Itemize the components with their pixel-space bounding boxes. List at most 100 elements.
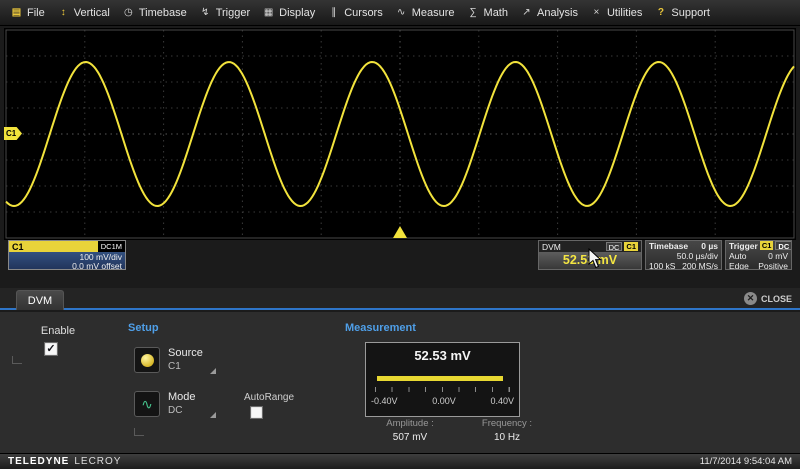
teledyne-lecroy-logo: TELEDYNE LECROY [8, 456, 121, 467]
autorange-checkbox[interactable] [250, 406, 263, 419]
display-grid-icon: ▦ [262, 7, 275, 18]
mouse-cursor [588, 248, 603, 269]
menu-label: Vertical [74, 7, 110, 19]
mode-selector[interactable]: ∿ Mode DC [132, 388, 224, 424]
c1-probe-icon [141, 354, 154, 367]
cursors-icon: ∥ [327, 7, 340, 18]
c1-descriptor-header: C1 DC1M [9, 241, 125, 252]
menu-item-file[interactable]: ▤ File [4, 0, 51, 26]
timebase-delay: 0 µs [701, 241, 718, 251]
menu-item-display[interactable]: ▦ Display [256, 0, 321, 26]
file-icon: ▤ [10, 7, 23, 18]
menu-item-trigger[interactable]: ↯Trigger [193, 0, 256, 26]
waveform-display: C1 [4, 28, 796, 240]
c1-label: C1 [12, 242, 24, 252]
setup-section-title: Setup [128, 322, 159, 334]
tab-dvm[interactable]: DVM [16, 290, 64, 310]
trigger-position-marker[interactable] [393, 226, 407, 238]
menu-item-math[interactable]: ∑ Math [461, 0, 514, 26]
timebase-rate: 200 MS/s [682, 261, 718, 270]
frequency-label: Frequency : [462, 418, 552, 429]
c1-descriptor-body: 100 mV/div 0.0 mV offset [9, 252, 125, 269]
brand-teledyne: TELEDYNE [8, 456, 69, 467]
menu-bar: ▤ File ↕ Vertical ◷ Timebase ↯Trigger ▦ Disp… [0, 0, 800, 26]
scale-mid: 0.00V [432, 396, 456, 406]
close-label: CLOSE [761, 294, 792, 304]
trigger-level: 0 mV [768, 251, 788, 261]
dvm-bargraph [377, 376, 503, 381]
dvm-readout-panel: 52.53 mV -0.40V 0.00V 0.40V [365, 342, 520, 417]
analysis-chart-icon: ↗ [520, 7, 533, 18]
measure-icon: ∿ [395, 7, 408, 18]
trigger-type: Edge [729, 261, 749, 270]
menu-item-measure[interactable]: ∿ Measure [389, 0, 461, 26]
menu-label: Math [484, 7, 508, 19]
corner-mark [12, 356, 22, 364]
timebase-label: Timebase [649, 241, 688, 251]
menu-item-cursors[interactable]: ∥ Cursors [321, 0, 389, 26]
menu-label: Support [671, 7, 710, 19]
enable-checkbox[interactable]: ✓ [44, 342, 58, 356]
clock-icon: ◷ [122, 7, 135, 18]
dvm-dialog: Enable ✓ Setup Source C1 ∿ Mode DC AutoR… [0, 312, 800, 453]
dialog-tab-bar: DVM ✕ CLOSE [0, 288, 800, 310]
close-button[interactable]: ✕ CLOSE [744, 292, 792, 305]
sigma-icon: ∑ [467, 7, 480, 18]
source-selector[interactable]: Source C1 [132, 344, 224, 380]
enable-label: Enable [28, 325, 88, 337]
trigger-descriptor[interactable]: Trigger C1 DC Auto 0 mV Edge Positive [725, 240, 792, 270]
mode-label: Mode [168, 391, 196, 403]
timebase-tdiv: 50.0 µs/div [677, 251, 718, 261]
help-icon: ? [654, 7, 667, 18]
source-channel-icon [134, 347, 160, 373]
timebase-descriptor[interactable]: Timebase 0 µs 50.0 µs/div 100 kS 200 MS/… [645, 240, 722, 270]
trigger-source-badge: C1 [760, 241, 774, 250]
frequency-value: 10 Hz [462, 432, 552, 443]
utilities-icon: × [590, 7, 603, 18]
menu-label: Timebase [139, 7, 187, 19]
menu-label: Analysis [537, 7, 578, 19]
scale-min: -0.40V [371, 396, 398, 406]
status-bar: TELEDYNE LECROY 11/7/2014 9:54:04 AM [0, 453, 800, 469]
dvm-mode-badge: DC [606, 242, 623, 251]
amplitude-readout: Amplitude : 507 mV [362, 418, 458, 443]
menu-item-support[interactable]: ? Support [648, 0, 716, 26]
frequency-readout: Frequency : 10 Hz [462, 418, 552, 443]
autorange-label: AutoRange [244, 392, 294, 403]
scope-grid [4, 28, 796, 240]
c1-coupling-badge: DC1M [98, 241, 125, 252]
menu-label: File [27, 7, 45, 19]
amplitude-label: Amplitude : [362, 418, 458, 429]
menu-label: Cursors [344, 7, 383, 19]
vertical-icon: ↕ [57, 7, 70, 18]
descriptor-row: C1 DC1M 100 mV/div 0.0 mV offset DVM DC … [0, 240, 800, 270]
menu-label: Measure [412, 7, 455, 19]
menu-label: Trigger [216, 7, 250, 19]
menu-item-vertical[interactable]: ↕ Vertical [51, 0, 116, 26]
menu-label: Display [279, 7, 315, 19]
menu-label: Utilities [607, 7, 642, 19]
channel-descriptor-c1[interactable]: C1 DC1M 100 mV/div 0.0 mV offset [8, 240, 126, 270]
dvm-readout-value: 52.53 mV [366, 348, 519, 363]
scale-max: 0.40V [490, 396, 514, 406]
c1-offset: 0.0 mV offset [12, 262, 122, 271]
menu-item-analysis[interactable]: ↗ Analysis [514, 0, 584, 26]
trigger-slope: Positive [758, 261, 788, 270]
measurement-section-title: Measurement [345, 322, 416, 334]
menu-item-utilities[interactable]: × Utilities [584, 0, 648, 26]
dvm-scale-ticks [375, 387, 510, 392]
close-icon: ✕ [744, 292, 757, 305]
clock-datetime: 11/7/2014 9:54:04 AM [700, 456, 792, 467]
source-label: Source [168, 347, 203, 359]
source-value: C1 [168, 361, 181, 372]
dvm-scale-labels: -0.40V 0.00V 0.40V [366, 396, 519, 406]
mode-value: DC [168, 405, 182, 416]
timebase-samples: 100 kS [649, 261, 675, 270]
menu-item-timebase[interactable]: ◷ Timebase [116, 0, 193, 26]
dvm-source-badge: C1 [624, 242, 638, 251]
amplitude-value: 507 mV [362, 432, 458, 443]
trigger-coupling-badge: DC [775, 241, 792, 250]
corner-mark [134, 428, 144, 436]
dropdown-triangle-icon [210, 412, 216, 418]
brand-lecroy: LECROY [74, 456, 121, 467]
